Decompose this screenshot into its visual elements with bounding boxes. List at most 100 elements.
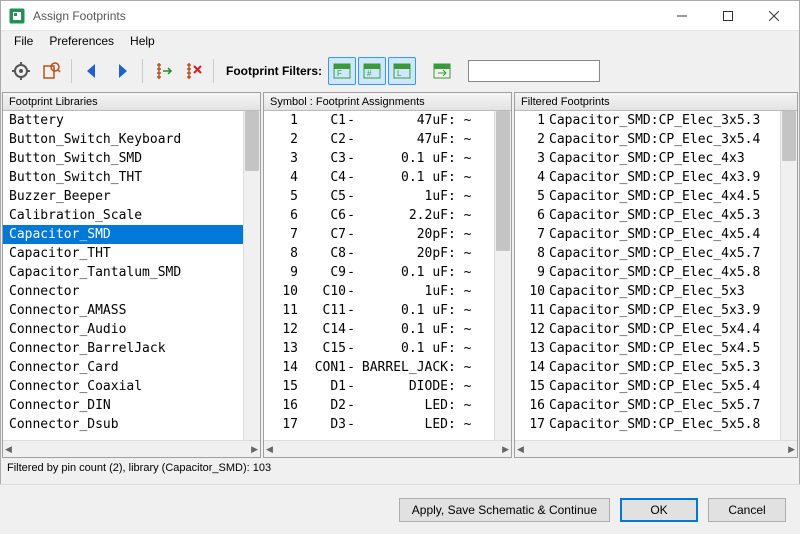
library-item[interactable]: Capacitor_Tantalum_SMD xyxy=(3,263,243,282)
filters-label: Footprint Filters: xyxy=(226,64,322,78)
separator xyxy=(213,59,214,83)
filtered-item[interactable]: 14Capacitor_SMD:CP_Elec_5x5.3 xyxy=(515,358,780,377)
settings-button[interactable] xyxy=(7,57,35,85)
pane-header-libraries: Footprint Libraries xyxy=(3,93,260,111)
assignment-row[interactable]: 13C15 -0.1 uF : ~ xyxy=(264,339,494,358)
library-item[interactable]: Connector_Coaxial xyxy=(3,377,243,396)
assignment-row[interactable]: 5C5 -1uF : ~ xyxy=(264,187,494,206)
filtered-item[interactable]: 3Capacitor_SMD:CP_Elec_4x3 xyxy=(515,149,780,168)
library-item[interactable]: Connector xyxy=(3,282,243,301)
pane-assignments: Symbol : Footprint Assignments 1C1 -47uF… xyxy=(263,92,512,458)
library-item[interactable]: Connector_BarrelJack xyxy=(3,339,243,358)
view-footprint-button[interactable] xyxy=(37,57,65,85)
filter-input[interactable] xyxy=(468,60,600,82)
filtered-item[interactable]: 1Capacitor_SMD:CP_Elec_3x5.3 xyxy=(515,111,780,130)
window-title: Assign Footprints xyxy=(33,9,659,23)
filtered-item[interactable]: 8Capacitor_SMD:CP_Elec_4x5.7 xyxy=(515,244,780,263)
scrollbar-h[interactable]: ◀▶ xyxy=(3,440,260,457)
assignment-row[interactable]: 2C2 -47uF : ~ xyxy=(264,130,494,149)
assignment-row[interactable]: 1C1 -47uF : ~ xyxy=(264,111,494,130)
pane-header-filtered: Filtered Footprints xyxy=(515,93,797,111)
filter-pincount-button[interactable]: # xyxy=(358,57,386,85)
menu-preferences[interactable]: Preferences xyxy=(42,32,121,50)
assignment-row[interactable]: 14CON1 -BARREL_JACK : ~ xyxy=(264,358,494,377)
library-item[interactable]: Battery xyxy=(3,111,243,130)
filtered-item[interactable]: 4Capacitor_SMD:CP_Elec_4x3.9 xyxy=(515,168,780,187)
filtered-item[interactable]: 9Capacitor_SMD:CP_Elec_4x5.8 xyxy=(515,263,780,282)
filtered-item[interactable]: 16Capacitor_SMD:CP_Elec_5x5.7 xyxy=(515,396,780,415)
filter-keywords-button[interactable]: F xyxy=(328,57,356,85)
filtered-item[interactable]: 10Capacitor_SMD:CP_Elec_5x3 xyxy=(515,282,780,301)
apply-button[interactable]: Apply, Save Schematic & Continue xyxy=(399,498,610,522)
library-item[interactable]: Button_Switch_SMD xyxy=(3,149,243,168)
filter-name-button[interactable] xyxy=(428,57,456,85)
library-item[interactable]: Button_Switch_Keyboard xyxy=(3,130,243,149)
assignments-list[interactable]: 1C1 -47uF : ~2C2 -47uF : ~3C3 -0.1 uF : … xyxy=(264,111,511,440)
filtered-item[interactable]: 15Capacitor_SMD:CP_Elec_5x5.4 xyxy=(515,377,780,396)
assignment-row[interactable]: 15D1 -DIODE : ~ xyxy=(264,377,494,396)
assignment-row[interactable]: 9C9 -0.1 uF : ~ xyxy=(264,263,494,282)
library-item[interactable]: Button_Switch_THT xyxy=(3,168,243,187)
pane-header-assignments: Symbol : Footprint Assignments xyxy=(264,93,511,111)
assignment-row[interactable]: 16D2 -LED : ~ xyxy=(264,396,494,415)
filtered-item[interactable]: 17Capacitor_SMD:CP_Elec_5x5.8 xyxy=(515,415,780,434)
cancel-button[interactable]: Cancel xyxy=(708,498,786,522)
separator xyxy=(71,59,72,83)
filtered-item[interactable]: 2Capacitor_SMD:CP_Elec_3x5.4 xyxy=(515,130,780,149)
library-item[interactable]: Connector_DIN xyxy=(3,396,243,415)
library-item[interactable]: Capacitor_THT xyxy=(3,244,243,263)
scrollbar[interactable] xyxy=(780,111,797,440)
svg-text:L: L xyxy=(397,69,402,78)
menu-file[interactable]: File xyxy=(7,32,40,50)
assignment-row[interactable]: 12C14 -0.1 uF : ~ xyxy=(264,320,494,339)
assignment-row[interactable]: 3C3 -0.1 uF : ~ xyxy=(264,149,494,168)
filtered-item[interactable]: 5Capacitor_SMD:CP_Elec_4x4.5 xyxy=(515,187,780,206)
titlebar: Assign Footprints xyxy=(1,1,799,31)
filter-library-button[interactable]: L xyxy=(388,57,416,85)
svg-text:F: F xyxy=(337,69,342,78)
library-item[interactable]: Calibration_Scale xyxy=(3,206,243,225)
library-item[interactable]: Connector_Audio xyxy=(3,320,243,339)
scrollbar[interactable] xyxy=(494,111,511,440)
filtered-list[interactable]: 1Capacitor_SMD:CP_Elec_3x5.32Capacitor_S… xyxy=(515,111,797,440)
scrollbar-h[interactable]: ◀▶ xyxy=(515,440,797,457)
ok-button[interactable]: OK xyxy=(620,498,698,522)
filtered-item[interactable]: 12Capacitor_SMD:CP_Elec_5x4.4 xyxy=(515,320,780,339)
menubar: File Preferences Help xyxy=(1,31,799,51)
pane-filtered: Filtered Footprints 1Capacitor_SMD:CP_El… xyxy=(514,92,798,458)
assignment-row[interactable]: 11C11 -0.1 uF : ~ xyxy=(264,301,494,320)
toolbar: Footprint Filters: F # L xyxy=(1,51,799,91)
footer: Apply, Save Schematic & Continue OK Canc… xyxy=(0,484,800,534)
assignment-row[interactable]: 17D3 -LED : ~ xyxy=(264,415,494,434)
assignment-row[interactable]: 4C4 -0.1 uF : ~ xyxy=(264,168,494,187)
next-button[interactable] xyxy=(108,57,136,85)
filtered-item[interactable]: 13Capacitor_SMD:CP_Elec_5x4.5 xyxy=(515,339,780,358)
minimize-button[interactable] xyxy=(659,1,705,31)
auto-assign-button[interactable] xyxy=(149,57,177,85)
app-icon xyxy=(9,8,25,24)
assignment-row[interactable]: 7C7 -20pF : ~ xyxy=(264,225,494,244)
library-item[interactable]: Connector_Card xyxy=(3,358,243,377)
library-item[interactable]: Capacitor_SMD xyxy=(3,225,243,244)
library-item[interactable]: Buzzer_Beeper xyxy=(3,187,243,206)
delete-assign-button[interactable] xyxy=(179,57,207,85)
library-item[interactable]: Connector_AMASS xyxy=(3,301,243,320)
svg-text:#: # xyxy=(367,69,372,78)
close-button[interactable] xyxy=(751,1,797,31)
assignment-row[interactable]: 8C8 -20pF : ~ xyxy=(264,244,494,263)
assignment-row[interactable]: 10C10 -1uF : ~ xyxy=(264,282,494,301)
prev-button[interactable] xyxy=(78,57,106,85)
separator xyxy=(142,59,143,83)
libraries-list[interactable]: BatteryButton_Switch_KeyboardButton_Swit… xyxy=(3,111,260,440)
filtered-item[interactable]: 11Capacitor_SMD:CP_Elec_5x3.9 xyxy=(515,301,780,320)
assignment-row[interactable]: 6C6 -2.2uF : ~ xyxy=(264,206,494,225)
scrollbar-h[interactable]: ◀▶ xyxy=(264,440,511,457)
pane-libraries: Footprint Libraries BatteryButton_Switch… xyxy=(2,92,261,458)
library-item[interactable]: Connector_Dsub xyxy=(3,415,243,434)
menu-help[interactable]: Help xyxy=(123,32,162,50)
filtered-item[interactable]: 7Capacitor_SMD:CP_Elec_4x5.4 xyxy=(515,225,780,244)
status-bar: Filtered by pin count (2), library (Capa… xyxy=(1,459,799,479)
maximize-button[interactable] xyxy=(705,1,751,31)
scrollbar[interactable] xyxy=(243,111,260,440)
filtered-item[interactable]: 6Capacitor_SMD:CP_Elec_4x5.3 xyxy=(515,206,780,225)
